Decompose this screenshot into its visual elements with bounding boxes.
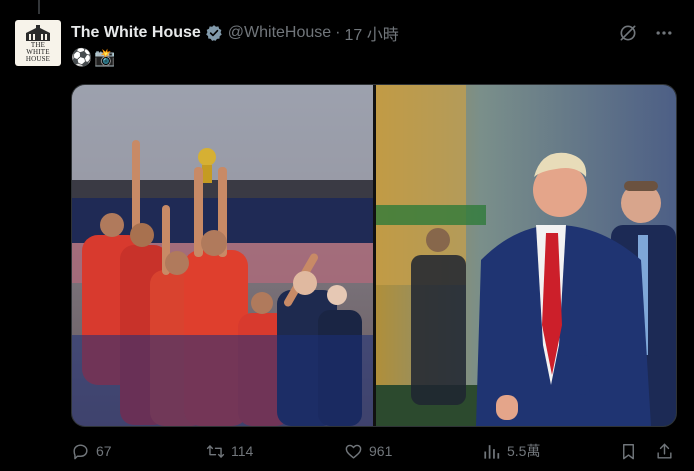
author-handle[interactable]: @WhiteHouse (228, 24, 331, 42)
media-image-left[interactable] (72, 85, 373, 426)
tweet-header: The White House @WhiteHouse · 17 小時 (71, 21, 674, 45)
timestamp[interactable]: 17 小時 (345, 21, 399, 45)
photo-man-in-suit-at-stadium-icon (376, 85, 676, 426)
bookmark-button[interactable] (619, 438, 638, 464)
avatar[interactable]: THE WHITE HOUSE (15, 20, 61, 66)
share-button[interactable] (655, 438, 674, 464)
more-options-icon[interactable] (654, 23, 674, 43)
views-bar-chart-icon (484, 444, 500, 459)
reply-bubble-icon (73, 443, 88, 459)
bookmark-icon (623, 443, 634, 459)
thread-connector-line (38, 0, 40, 14)
photo-soccer-team-celebration-icon (72, 85, 373, 426)
retweet-button[interactable]: 114 (206, 438, 253, 464)
views-button[interactable]: 5.5萬 (482, 438, 540, 464)
grok-icon[interactable] (618, 23, 638, 43)
reply-button[interactable]: 67 (71, 438, 112, 464)
views-count: 5.5萬 (507, 443, 541, 459)
verified-badge-icon[interactable] (205, 24, 223, 42)
tweet-actions-bar: 67 114 961 5.5萬 (71, 438, 675, 464)
like-button[interactable]: 961 (344, 438, 392, 464)
share-upload-icon (657, 443, 672, 459)
heart-icon (345, 444, 362, 459)
camera-flash-emoji: 📸 (94, 48, 116, 67)
tweet-media-grid (71, 84, 677, 427)
reply-count: 67 (96, 443, 112, 459)
retweet-count: 114 (231, 443, 254, 459)
like-count: 961 (369, 443, 393, 459)
author-name[interactable]: The White House (71, 24, 201, 42)
white-house-logo-icon (26, 24, 50, 41)
separator-dot: · (335, 24, 341, 41)
avatar-logo-line-3: HOUSE (25, 54, 51, 63)
tweet-text: ⚽ 📸 (71, 47, 115, 69)
media-image-right[interactable] (376, 85, 676, 426)
retweet-arrows-icon (206, 444, 225, 458)
soccer-ball-emoji: ⚽ (71, 48, 93, 67)
